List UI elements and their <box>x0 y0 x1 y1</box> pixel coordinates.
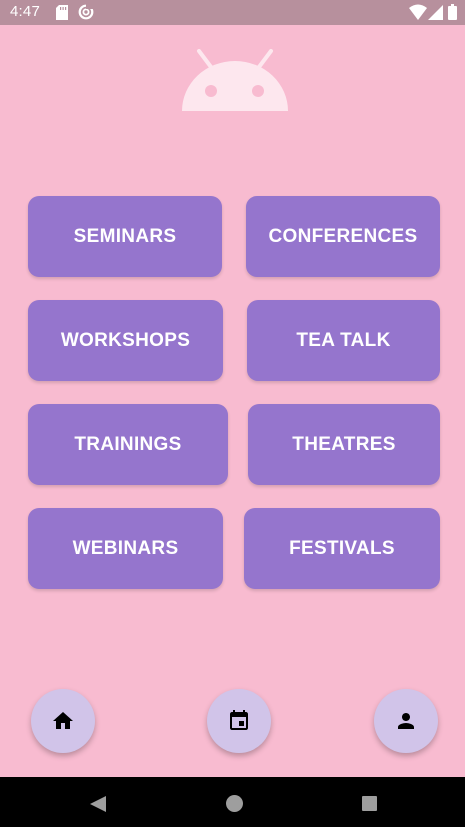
festivals-button[interactable]: FESTIVALS <box>244 508 440 589</box>
seminars-button[interactable]: SEMINARS <box>28 196 222 277</box>
recents-icon[interactable] <box>362 796 377 811</box>
conferences-button[interactable]: CONFERENCES <box>246 196 440 277</box>
festivals-label: FESTIVALS <box>289 537 395 559</box>
webinars-button[interactable]: WEBINARS <box>28 508 223 589</box>
sd-card-icon <box>56 5 68 20</box>
home-circle-icon[interactable] <box>226 795 243 812</box>
workshops-label: WORKSHOPS <box>60 329 191 351</box>
tea-talk-label: TEA TALK <box>296 329 391 351</box>
profile-button[interactable] <box>374 689 438 753</box>
conferences-label: CONFERENCES <box>268 225 418 247</box>
calendar-event-icon <box>230 710 248 730</box>
status-time: 4:47 <box>10 3 40 20</box>
trainings-button[interactable]: TRAININGS <box>28 404 228 485</box>
webinars-label: WEBINARS <box>72 537 179 559</box>
theatres-label: THEATRES <box>292 433 396 455</box>
home-icon <box>53 712 73 729</box>
back-icon[interactable] <box>89 795 107 813</box>
seminars-label: SEMINARS <box>73 225 177 247</box>
data-saver-icon <box>78 4 94 20</box>
theatres-button[interactable]: THEATRES <box>248 404 440 485</box>
tea-talk-button[interactable]: TEA TALK <box>247 300 440 381</box>
wifi-icon <box>409 4 427 20</box>
status-bar: 4:47 <box>0 0 465 25</box>
home-button[interactable] <box>31 689 95 753</box>
signal-icon <box>428 5 443 20</box>
navigation-bar <box>0 777 465 827</box>
battery-icon <box>448 4 457 20</box>
android-icon <box>182 49 288 111</box>
trainings-label: TRAININGS <box>74 433 182 455</box>
events-calendar-button[interactable] <box>207 689 271 753</box>
person-icon <box>398 713 414 729</box>
workshops-button[interactable]: WORKSHOPS <box>28 300 223 381</box>
